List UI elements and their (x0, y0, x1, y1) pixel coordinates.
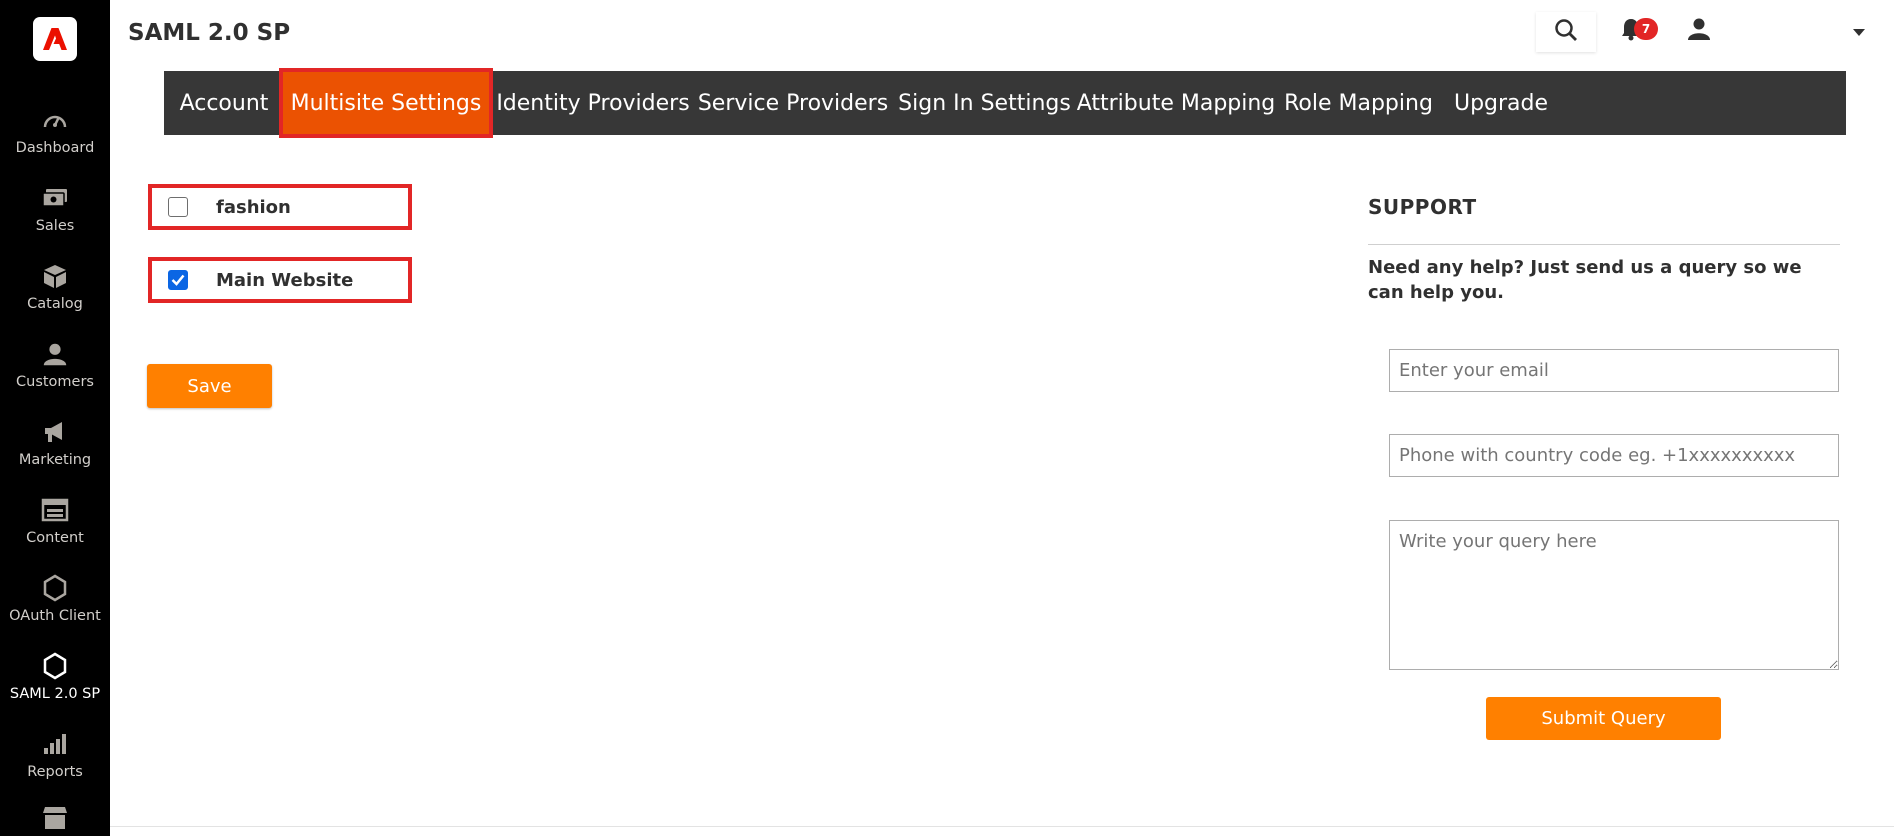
content-icon (41, 496, 69, 524)
sidebar-item-oauth-client[interactable]: OAuth Client (0, 564, 110, 642)
tab-service-providers[interactable]: Service Providers (693, 71, 893, 135)
tab-identity-providers[interactable]: Identity Providers (493, 71, 693, 135)
support-divider (1368, 244, 1840, 245)
tab-multisite-settings[interactable]: Multisite Settings (279, 68, 493, 138)
site-checkbox-main-website[interactable] (168, 270, 188, 290)
support-help-text: Need any help? Just send us a query so w… (1368, 257, 1802, 303)
checkmark-icon (171, 274, 185, 286)
sidebar-item-catalog[interactable]: Catalog (0, 252, 110, 330)
sidebar-item-customers[interactable]: Customers (0, 330, 110, 408)
user-account-button[interactable] (1684, 16, 1714, 46)
hexagon-icon (41, 574, 69, 602)
sidebar-label-oauth-client: OAuth Client (9, 608, 101, 624)
sidebar-item-reports[interactable]: Reports (0, 720, 110, 798)
sidebar-item-saml-sp[interactable]: SAML 2.0 SP (0, 642, 110, 720)
site-label-main-website: Main Website (216, 269, 354, 291)
sidebar-item-marketing[interactable]: Marketing (0, 408, 110, 486)
sidebar-label-sales: Sales (35, 218, 75, 234)
catalog-icon (41, 262, 69, 290)
support-phone-input[interactable] (1389, 434, 1839, 477)
global-search-button[interactable] (1536, 12, 1596, 52)
tab-sign-in-settings[interactable]: Sign In Settings (893, 71, 1076, 135)
caret-down-icon (1853, 22, 1865, 41)
site-checkbox-fashion[interactable] (168, 197, 188, 217)
page-title: SAML 2.0 SP (128, 20, 291, 46)
reports-icon (41, 730, 69, 758)
submit-query-button[interactable]: Submit Query (1486, 697, 1721, 740)
support-title: SUPPORT (1368, 195, 1477, 219)
site-option-main-website[interactable]: Main Website (148, 257, 412, 303)
plugin-tab-bar: Account Multisite Settings Identity Prov… (164, 68, 1846, 138)
save-button[interactable]: Save (147, 364, 272, 408)
sidebar-label-reports: Reports (27, 764, 83, 780)
sidebar-label-customers: Customers (16, 374, 94, 390)
sidebar-label-catalog: Catalog (27, 296, 83, 312)
sidebar-item-stores[interactable] (0, 792, 110, 836)
user-icon (1687, 17, 1711, 45)
sidebar-item-content[interactable]: Content (0, 486, 110, 564)
store-icon (41, 802, 69, 830)
sidebar-label-marketing: Marketing (18, 452, 92, 468)
tab-upgrade[interactable]: Upgrade (1441, 71, 1561, 135)
admin-sidebar: Dashboard Sales Catalog Customers Market… (0, 0, 110, 836)
footer-divider (110, 826, 1894, 827)
sidebar-item-sales[interactable]: Sales (0, 174, 110, 252)
adobe-logo-icon[interactable] (33, 17, 77, 61)
tab-role-mapping[interactable]: Role Mapping (1276, 71, 1441, 135)
sidebar-label-saml-sp: SAML 2.0 SP (9, 686, 101, 702)
search-icon (1554, 18, 1578, 46)
account-menu-dropdown[interactable] (1850, 22, 1868, 40)
customers-icon (41, 340, 69, 368)
hexagon-icon (41, 652, 69, 680)
marketing-icon (41, 418, 69, 446)
sales-icon (41, 184, 69, 212)
tab-account[interactable]: Account (164, 71, 284, 135)
site-label-fashion: fashion (216, 196, 291, 218)
sidebar-item-dashboard[interactable]: Dashboard (0, 96, 110, 174)
tab-attribute-mapping[interactable]: Attribute Mapping (1076, 71, 1276, 135)
dashboard-icon (41, 106, 69, 134)
sidebar-label-dashboard: Dashboard (15, 140, 95, 156)
sidebar-label-content: Content (26, 530, 84, 546)
support-query-textarea[interactable] (1389, 520, 1839, 670)
notification-count-badge: 7 (1634, 18, 1658, 40)
support-email-input[interactable] (1389, 349, 1839, 392)
site-option-fashion[interactable]: fashion (148, 184, 412, 230)
